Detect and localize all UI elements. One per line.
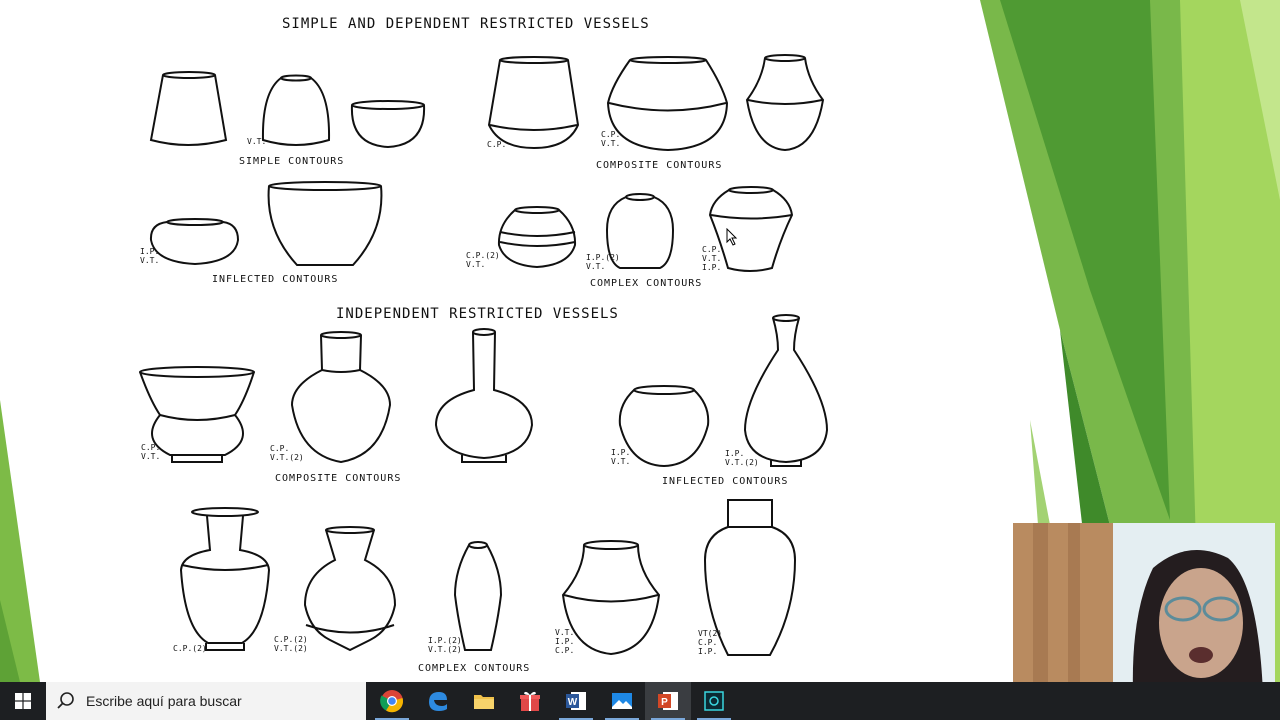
taskbar-gift-app[interactable] bbox=[507, 682, 553, 720]
vessel-inflected-3 bbox=[618, 385, 710, 468]
vessel-simple-1 bbox=[149, 71, 228, 146]
caption-composite-contours-mid: COMPOSITE CONTOURS bbox=[275, 473, 402, 484]
taskbar-edge[interactable] bbox=[415, 682, 461, 720]
vessel-simple-3 bbox=[350, 100, 426, 149]
label-vt-ip-cp: V.T. I.P. C.P. bbox=[555, 628, 575, 655]
svg-text:P: P bbox=[661, 697, 668, 708]
vessel-complex-7 bbox=[561, 540, 661, 656]
taskbar-file-explorer[interactable] bbox=[461, 682, 507, 720]
presenter-video bbox=[1013, 523, 1275, 693]
vessel-composite-2 bbox=[606, 56, 729, 152]
label-cp2-vt2: C.P.(2) V.T.(2) bbox=[274, 635, 308, 653]
taskbar-powerpoint[interactable]: P bbox=[645, 682, 691, 720]
search-icon bbox=[57, 692, 74, 709]
vessel-complex-4 bbox=[179, 507, 271, 651]
taskbar-search[interactable] bbox=[46, 682, 366, 720]
label-ip-vt: I.P. V.T. bbox=[140, 247, 160, 265]
label-cp-vt2: C.P. V.T.(2) bbox=[270, 444, 304, 462]
vessel-composite-1 bbox=[487, 56, 580, 150]
label-vt: V.T. bbox=[247, 137, 267, 146]
start-button[interactable] bbox=[0, 682, 46, 720]
label-cp-vt-2: C.P. V.T. bbox=[141, 443, 161, 461]
taskbar-capture-app[interactable] bbox=[691, 682, 737, 720]
label-ip-vt2: I.P. V.T.(2) bbox=[725, 449, 759, 467]
webcam-overlay bbox=[1013, 523, 1275, 693]
word-icon: W bbox=[566, 692, 586, 710]
label-cp-vt: C.P. V.T. bbox=[601, 130, 621, 148]
label-ip-vt-2: I.P. V.T. bbox=[611, 448, 631, 466]
mouse-pointer-icon bbox=[726, 228, 738, 246]
search-input[interactable] bbox=[84, 692, 358, 710]
chrome-icon bbox=[380, 690, 404, 713]
label-ip2-vt2: I.P.(2) V.T.(2) bbox=[428, 636, 462, 654]
caption-composite-contours-top: COMPOSITE CONTOURS bbox=[596, 160, 723, 171]
label-ip2-vt: I.P.(2) V.T. bbox=[586, 253, 620, 271]
svg-text:W: W bbox=[568, 697, 578, 708]
vessel-composite-5 bbox=[290, 331, 392, 464]
photos-icon bbox=[612, 693, 632, 709]
capture-app-icon bbox=[704, 691, 724, 711]
caption-simple-contours: SIMPLE CONTOURS bbox=[239, 156, 345, 167]
vessel-inflected-4 bbox=[743, 314, 829, 467]
vessel-complex-5 bbox=[303, 526, 397, 652]
vessel-complex-1 bbox=[497, 206, 577, 269]
windows-logo-icon bbox=[15, 693, 31, 709]
vessel-complex-6 bbox=[453, 541, 503, 651]
taskbar-word[interactable]: W bbox=[553, 682, 599, 720]
vessel-composite-6 bbox=[434, 328, 534, 463]
label-cp: C.P. bbox=[487, 140, 507, 149]
taskbar-photos[interactable] bbox=[599, 682, 645, 720]
vessel-composite-3 bbox=[745, 54, 825, 152]
vessel-inflected-2 bbox=[267, 181, 383, 266]
caption-complex-contours-bottom: COMPLEX CONTOURS bbox=[418, 663, 531, 674]
vessel-complex-3 bbox=[708, 186, 794, 272]
vessel-inflected-1 bbox=[149, 218, 240, 266]
label-cp2-vt: C.P.(2) V.T. bbox=[466, 251, 500, 269]
label-vt2-cp-ip: VT(2) C.P. I.P. bbox=[698, 629, 723, 656]
taskbar-chrome[interactable] bbox=[369, 682, 415, 720]
caption-inflected-contours-top: INFLECTED CONTOURS bbox=[212, 274, 339, 285]
file-explorer-icon bbox=[474, 695, 494, 709]
vessel-simple-2 bbox=[261, 74, 331, 146]
taskbar: W P bbox=[0, 682, 1280, 720]
label-cp-vt-ip: C.P. V.T. I.P. bbox=[702, 245, 722, 272]
caption-complex-contours-top: COMPLEX CONTOURS bbox=[590, 278, 703, 289]
edge-icon bbox=[429, 692, 447, 711]
gift-app-icon bbox=[520, 691, 540, 711]
caption-inflected-contours-mid: INFLECTED CONTOURS bbox=[662, 476, 789, 487]
heading-simple-dependent: SIMPLE AND DEPENDENT RESTRICTED VESSELS bbox=[282, 16, 650, 32]
label-cp2: C.P.(2) bbox=[173, 644, 207, 653]
heading-independent: INDEPENDENT RESTRICTED VESSELS bbox=[336, 306, 619, 322]
powerpoint-icon: P bbox=[658, 692, 678, 710]
